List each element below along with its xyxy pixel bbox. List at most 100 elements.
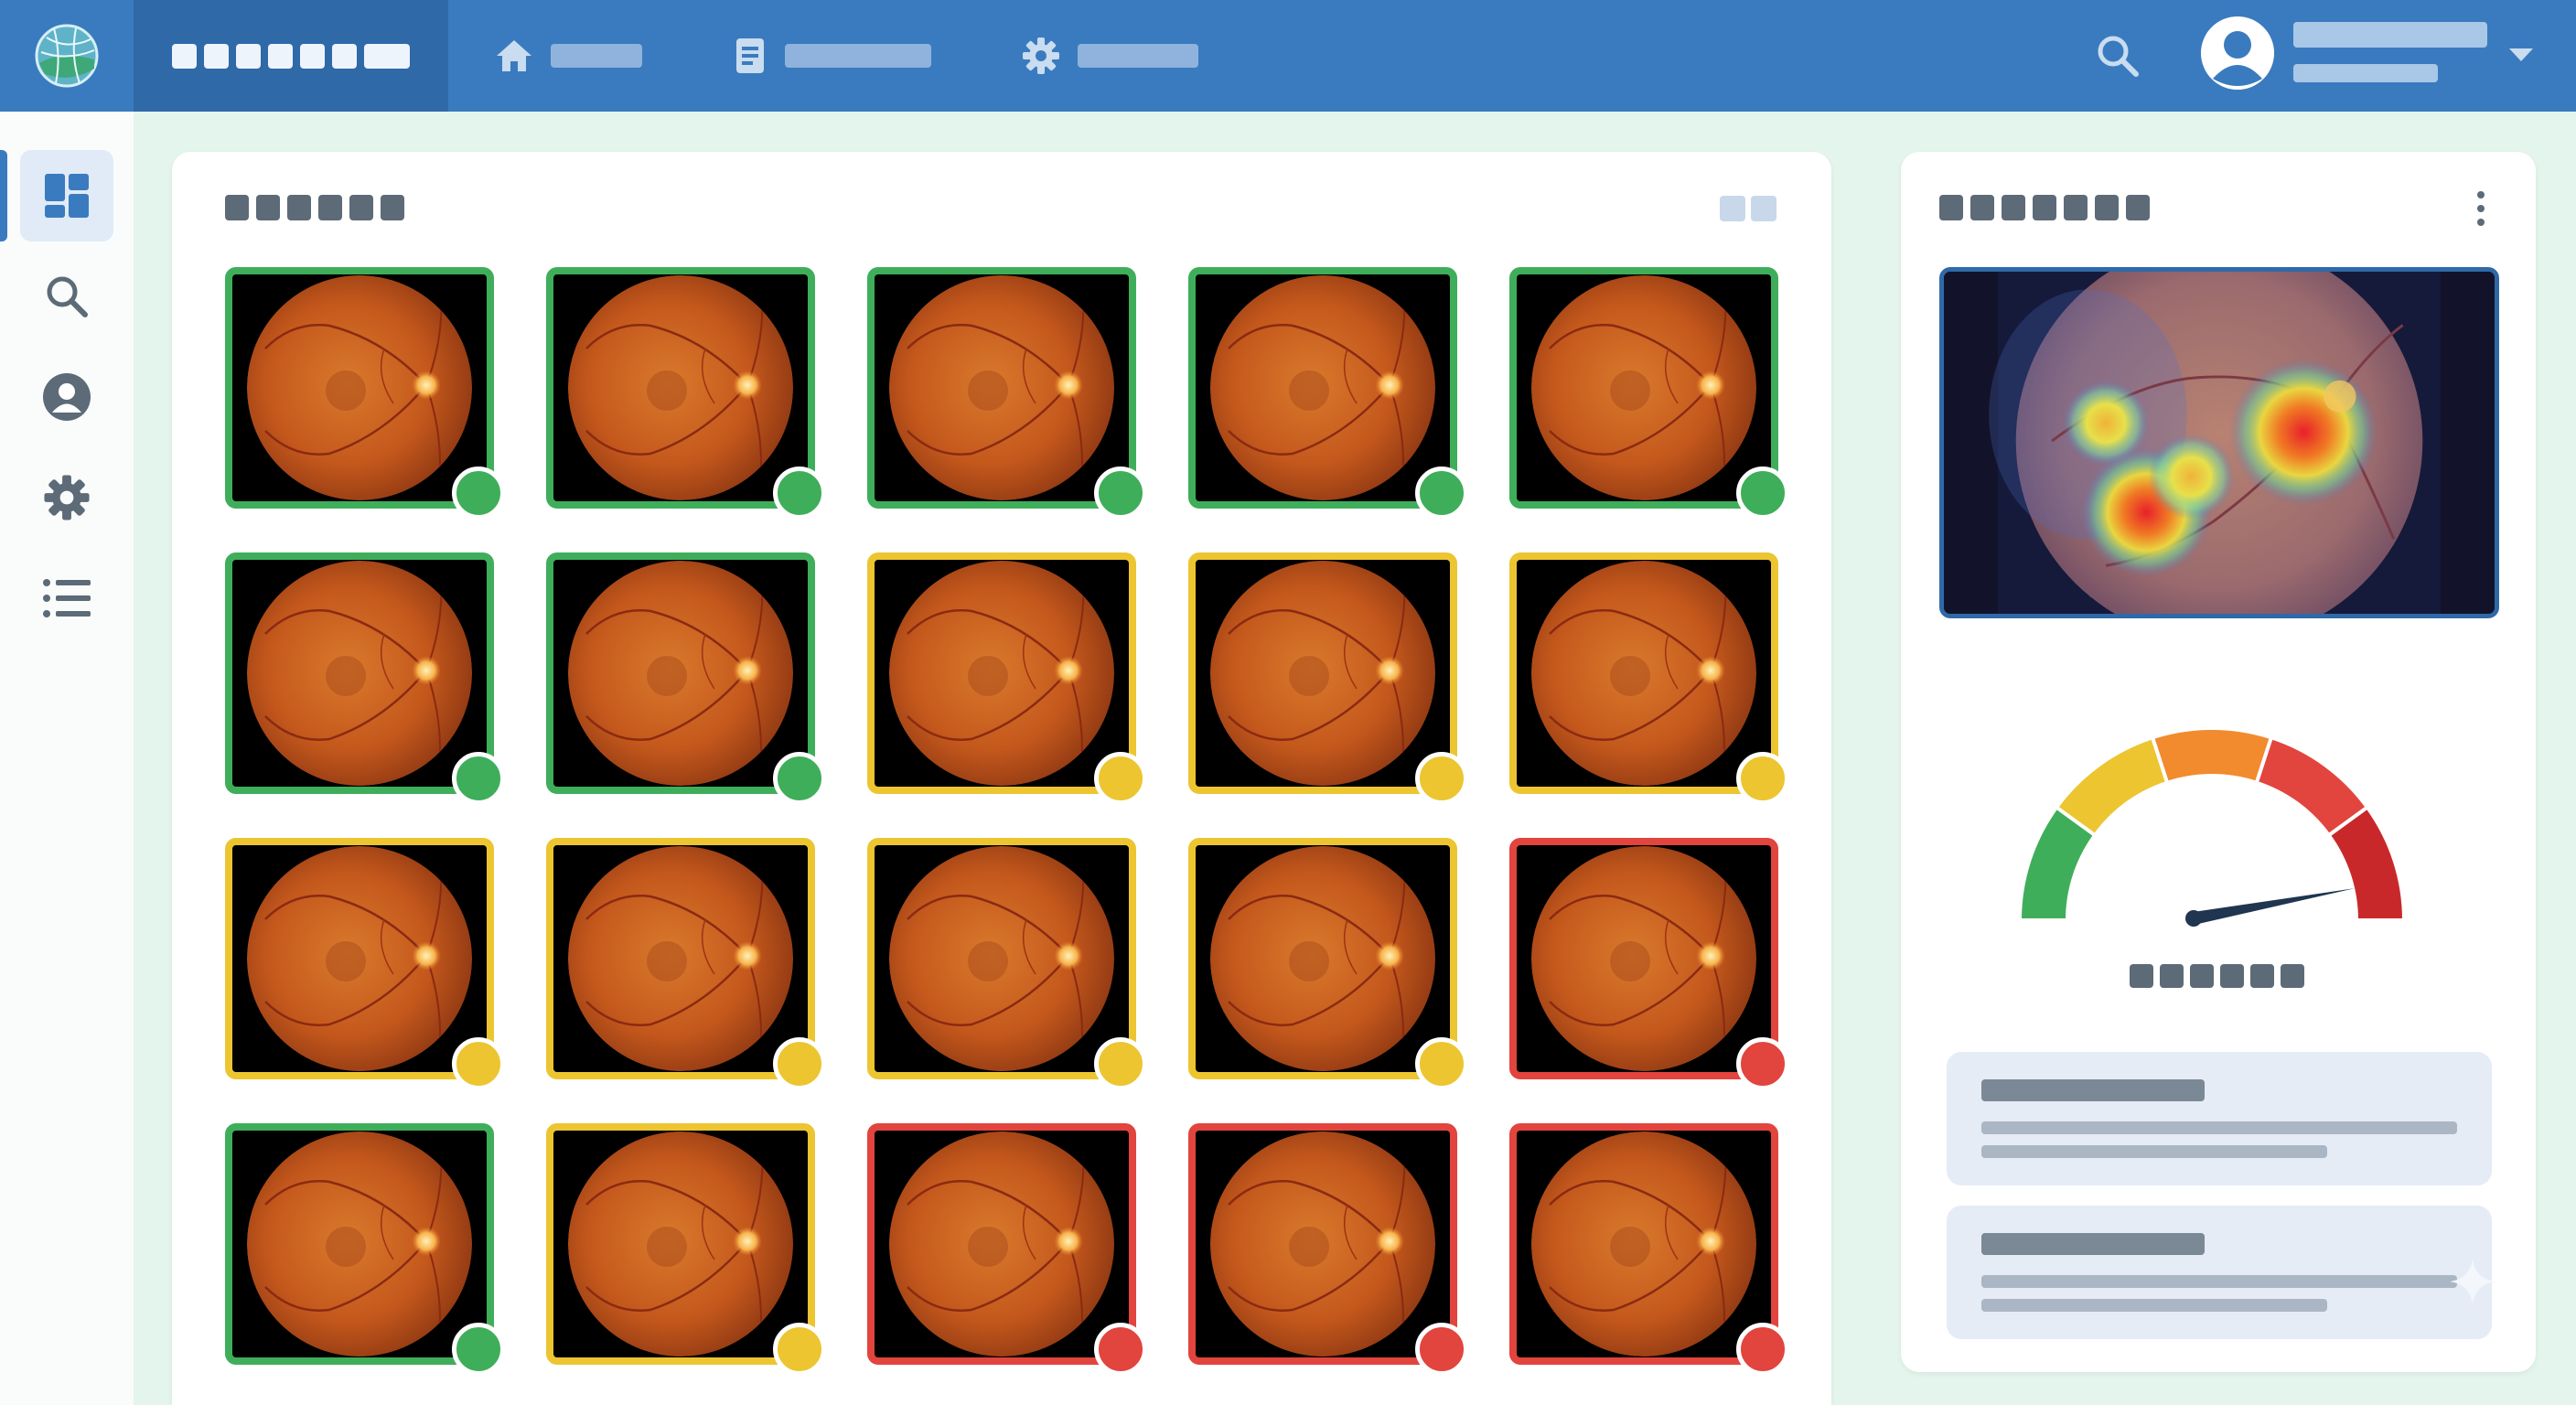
fundus-image xyxy=(247,275,472,500)
retina-scan-tile[interactable] xyxy=(546,267,826,520)
retina-scan-tile[interactable] xyxy=(225,838,505,1090)
retina-scan-tile[interactable] xyxy=(1188,838,1468,1090)
retina-scan-tile[interactable] xyxy=(1509,1123,1789,1376)
status-indicator-moderate xyxy=(773,1037,826,1090)
grid-view-icon xyxy=(1720,196,1745,221)
retina-scan-tile[interactable] xyxy=(867,552,1147,805)
search-icon xyxy=(2098,36,2139,77)
fundus-image xyxy=(1210,846,1435,1071)
nav-reports-label xyxy=(785,44,931,68)
severity-gauge-label xyxy=(2130,964,2304,988)
retina-scan-tile[interactable] xyxy=(1509,267,1789,520)
nav-home[interactable] xyxy=(494,0,642,112)
user-avatar[interactable] xyxy=(2201,16,2274,90)
fundus-image xyxy=(1210,275,1435,500)
grid-view-toggle[interactable] xyxy=(1720,196,1776,221)
finding-card-line xyxy=(1981,1275,2457,1288)
status-indicator-normal xyxy=(452,1323,505,1376)
fundus-image xyxy=(1531,561,1756,786)
gauge-needle-hub xyxy=(2185,910,2202,927)
status-indicator-normal xyxy=(1094,467,1147,520)
app-brand-name[interactable] xyxy=(134,0,448,112)
fundus-image xyxy=(247,846,472,1071)
status-indicator-severe xyxy=(1736,1037,1789,1090)
retina-heatmap-image[interactable] xyxy=(1939,267,2499,618)
finding-card-1[interactable] xyxy=(1947,1052,2492,1185)
finding-card-line xyxy=(1981,1145,2327,1158)
app-logo[interactable] xyxy=(0,0,134,112)
status-indicator-normal xyxy=(452,467,505,520)
sidebar-item-dashboard[interactable] xyxy=(20,150,113,241)
finding-card-title xyxy=(1981,1079,2205,1101)
status-indicator-normal xyxy=(773,752,826,805)
search-icon xyxy=(47,276,88,317)
retina-scan-tile[interactable] xyxy=(546,1123,826,1376)
finding-card-title xyxy=(1981,1233,2205,1255)
user-role xyxy=(2293,64,2438,82)
fundus-image xyxy=(889,846,1114,1071)
retina-scan-tile[interactable] xyxy=(1188,1123,1468,1376)
finding-card-2[interactable] xyxy=(1947,1206,2492,1339)
retina-scan-tile[interactable] xyxy=(225,552,505,805)
user-avatar-icon xyxy=(2201,16,2274,90)
document-icon xyxy=(736,38,764,73)
severity-gauge-dial xyxy=(2017,726,2407,927)
fundus-image xyxy=(889,561,1114,786)
retina-scan-tile[interactable] xyxy=(867,267,1147,520)
fundus-image xyxy=(1210,1132,1435,1357)
retina-scan-tile[interactable] xyxy=(1509,552,1789,805)
gauge-needle xyxy=(2192,888,2356,925)
scan-gallery-panel xyxy=(172,152,1831,1405)
status-indicator-moderate xyxy=(773,1323,826,1376)
status-indicator-moderate xyxy=(1094,1037,1147,1090)
gear-icon xyxy=(44,475,90,520)
gauge-segment-2 xyxy=(2054,735,2170,838)
fundus-image xyxy=(1210,561,1435,786)
retina-scan-tile[interactable] xyxy=(1188,267,1468,520)
nav-reports[interactable] xyxy=(732,0,931,112)
fundus-image xyxy=(568,1132,793,1357)
sidebar-item-profile[interactable] xyxy=(20,351,113,443)
gauge-segment-3 xyxy=(2150,726,2274,786)
fundus-image xyxy=(889,275,1114,500)
header-search-button[interactable] xyxy=(2088,26,2148,86)
status-indicator-moderate xyxy=(1736,752,1789,805)
sidebar-item-search[interactable] xyxy=(20,251,113,342)
kebab-menu-icon xyxy=(2477,191,2485,198)
retina-scan-tile[interactable] xyxy=(225,267,505,520)
home-icon xyxy=(497,40,531,71)
nav-home-label xyxy=(551,44,642,68)
status-indicator-moderate xyxy=(1415,1037,1468,1090)
retina-scan-tile[interactable] xyxy=(225,1123,505,1376)
fundus-image xyxy=(568,846,793,1071)
retina-scan-tile[interactable] xyxy=(546,838,826,1090)
fundus-image xyxy=(568,275,793,500)
sidebar-item-list[interactable] xyxy=(20,552,113,644)
retina-heatmap-icon xyxy=(1944,272,2495,614)
status-indicator-normal xyxy=(1415,467,1468,520)
status-indicator-severe xyxy=(1415,1323,1468,1376)
retina-scan-tile[interactable] xyxy=(1509,838,1789,1090)
retina-scan-tile[interactable] xyxy=(867,1123,1147,1376)
sidebar-item-settings[interactable] xyxy=(20,452,113,543)
retina-scan-tile[interactable] xyxy=(867,838,1147,1090)
top-bar xyxy=(0,0,2576,112)
user-icon xyxy=(43,373,91,421)
sidebar xyxy=(0,112,134,1405)
gear-icon xyxy=(1023,38,1059,74)
sparkle-icon xyxy=(2450,1259,2496,1304)
list-icon xyxy=(43,579,91,617)
status-indicator-moderate xyxy=(1094,752,1147,805)
detail-menu-button[interactable] xyxy=(2464,185,2497,232)
nav-settings[interactable] xyxy=(1021,0,1198,112)
globe-logo-icon xyxy=(35,24,99,88)
sidebar-active-indicator xyxy=(0,150,7,241)
fundus-image xyxy=(1531,846,1756,1071)
fundus-image xyxy=(889,1132,1114,1357)
analysis-detail-panel xyxy=(1901,152,2536,1372)
fundus-image xyxy=(247,1132,472,1357)
fundus-image xyxy=(568,561,793,786)
retina-scan-tile[interactable] xyxy=(1188,552,1468,805)
user-menu-toggle[interactable] xyxy=(2503,37,2539,73)
retina-scan-tile[interactable] xyxy=(546,552,826,805)
